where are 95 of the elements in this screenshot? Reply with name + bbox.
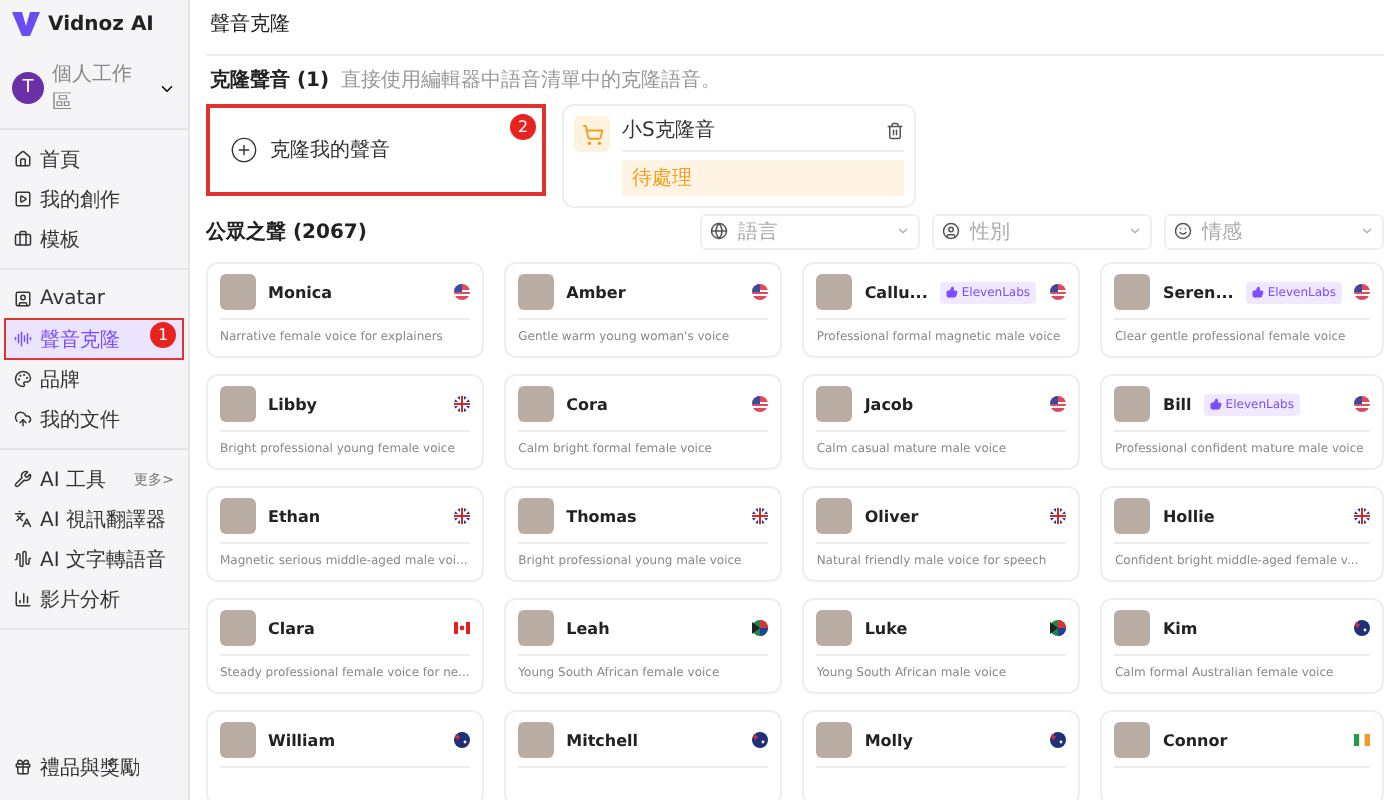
- voice-name: Amber: [566, 283, 626, 301]
- brand-name: Vidnoz AI: [48, 13, 154, 35]
- photo-placeholder: [816, 498, 853, 534]
- translate-icon: [14, 510, 32, 528]
- photo-placeholder: [220, 610, 256, 646]
- sidebar-item[interactable]: Avatar: [6, 280, 182, 318]
- palette-icon: [14, 370, 32, 388]
- voice-name: Hollie: [1162, 507, 1215, 525]
- gift-icon: [14, 758, 32, 776]
- page-title: 聲音克隆: [206, 0, 1384, 56]
- sound-wave-icon: [14, 330, 32, 348]
- cloud-upload-icon: [14, 410, 32, 428]
- voice-name: Callu...: [864, 283, 928, 301]
- photo-placeholder: [220, 722, 256, 758]
- voice-name: Monica: [268, 283, 333, 301]
- wrench-icon: [14, 470, 32, 488]
- voice-name: Mitchell: [566, 731, 639, 749]
- photo-placeholder: [220, 498, 256, 534]
- voice-card[interactable]: William: [206, 710, 485, 800]
- voice-name: Clara: [268, 619, 315, 637]
- photo-placeholder: [1114, 386, 1151, 422]
- photo-placeholder: [816, 610, 853, 646]
- briefcase-icon: [14, 230, 32, 248]
- section-hint: 直接使用編輯器中語音清單中的克隆語音。: [341, 67, 722, 94]
- voice-name: Libby: [268, 395, 318, 413]
- chevron-down-icon: [896, 224, 910, 238]
- photo-placeholder: [1114, 610, 1151, 646]
- voice-card[interactable]: Mitchell: [504, 710, 783, 800]
- photo-placeholder: [220, 274, 256, 310]
- plus-circle-icon: [230, 136, 258, 164]
- step-number-badge: 2: [510, 114, 536, 140]
- voice-name: Kim: [1162, 619, 1198, 637]
- photo-placeholder: [816, 274, 853, 310]
- photo-placeholder: [1114, 722, 1151, 758]
- sidebar-item[interactable]: 聲音克隆 1: [6, 320, 182, 358]
- sidebar-item[interactable]: 我的創作: [6, 180, 182, 218]
- sidebar-item[interactable]: 禮品與獎勵: [6, 748, 182, 786]
- sidebar-item[interactable]: 模板: [6, 220, 182, 258]
- filter-dropdown[interactable]: 性別: [932, 214, 1152, 250]
- home-icon: [14, 150, 32, 168]
- user-square-icon: [14, 290, 32, 308]
- voice-name: Connor: [1162, 731, 1228, 749]
- sidebar-item[interactable]: AI 視訊翻譯器: [6, 500, 182, 538]
- logo-icon: [12, 12, 40, 36]
- filter-dropdown[interactable]: 語言: [700, 214, 920, 250]
- thumbs-up-icon: [945, 286, 958, 298]
- smile-icon: [1174, 222, 1192, 240]
- trash-icon[interactable]: [886, 121, 904, 139]
- chevron-down-icon: [1360, 224, 1374, 238]
- sidebar-item[interactable]: 影片分析: [6, 580, 182, 618]
- thumbs-up-icon: [1251, 286, 1264, 298]
- cart-icon: [581, 123, 603, 145]
- voice-name: Jacob: [864, 395, 914, 413]
- avatar-circle: T: [12, 72, 44, 104]
- waveform-icon: [14, 550, 32, 568]
- photo-placeholder: [518, 274, 555, 310]
- play-square-icon: [14, 190, 32, 208]
- clone-voice-button[interactable]: 克隆我的聲音 2: [206, 104, 546, 196]
- voice-name: William: [268, 731, 336, 749]
- photo-placeholder: [518, 386, 555, 422]
- voice-card[interactable]: Molly: [802, 710, 1081, 800]
- section-title: 克隆聲音 (1): [210, 66, 330, 94]
- section-title: 公眾之聲 (2067): [206, 218, 369, 246]
- photo-placeholder: [1114, 274, 1151, 310]
- thumbs-up-icon: [1209, 398, 1222, 410]
- voice-name: 小S克隆音: [622, 117, 715, 144]
- photo-placeholder: [518, 722, 555, 758]
- photo-placeholder: [518, 498, 555, 534]
- voice-name: Luke: [864, 619, 908, 637]
- bar-chart-icon: [14, 590, 32, 608]
- voice-name: Thomas: [566, 507, 637, 525]
- sidebar-item[interactable]: 我的文件: [6, 400, 182, 438]
- sidebar-item[interactable]: 品牌: [6, 360, 182, 398]
- voice-name: Molly: [864, 731, 913, 749]
- voice-card[interactable]: Connor: [1100, 710, 1384, 800]
- sidebar-item[interactable]: AI 文字轉語音: [6, 540, 182, 578]
- filter-dropdown[interactable]: 情感: [1164, 214, 1384, 250]
- status-label: 待處理: [622, 160, 904, 196]
- voice-name: Bill: [1162, 395, 1192, 413]
- voice-name: Leah: [566, 619, 610, 637]
- voice-name: Cora: [566, 395, 608, 413]
- user-circle-icon: [942, 222, 960, 240]
- voice-name: Seren...: [1162, 283, 1234, 301]
- photo-placeholder: [220, 386, 256, 422]
- step-number-badge: 1: [150, 322, 176, 348]
- voice-name: Ethan: [268, 507, 321, 525]
- photo-placeholder: [1114, 498, 1151, 534]
- workspace-label: 個人工作區: [52, 62, 134, 116]
- chevron-down-icon: [1128, 224, 1142, 238]
- photo-placeholder: [816, 722, 853, 758]
- photo-placeholder: [518, 610, 555, 646]
- sidebar-item[interactable]: 首頁: [6, 140, 182, 178]
- photo-placeholder: [816, 386, 853, 422]
- globe-icon: [710, 222, 728, 240]
- voice-name: Oliver: [864, 507, 919, 525]
